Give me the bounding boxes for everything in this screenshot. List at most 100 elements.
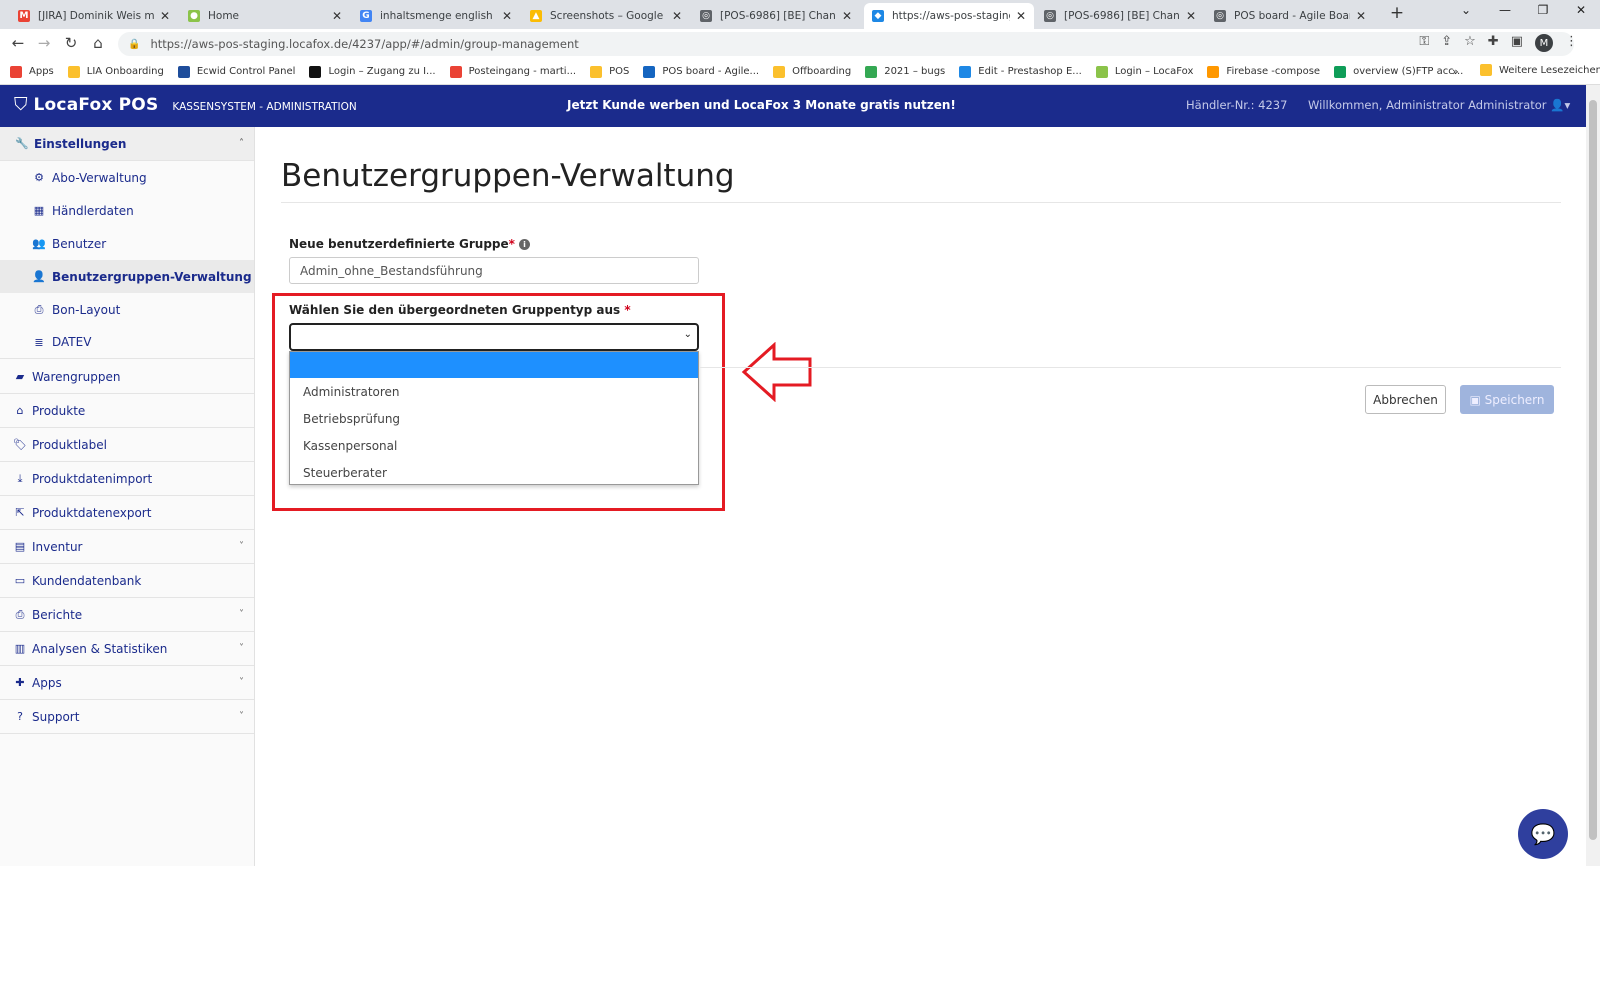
sidebar-item-apps[interactable]: ✚ Apps ˅ bbox=[0, 666, 254, 700]
sidebar-item-haendlerdaten[interactable]: ▦ Händlerdaten bbox=[0, 194, 254, 227]
bookmark-item[interactable]: Offboarding bbox=[773, 65, 851, 78]
sidebar-label: Bon-Layout bbox=[52, 302, 121, 317]
tab-title: Screenshots – Google Driv bbox=[550, 10, 666, 22]
sidebar-item-kundendatenbank[interactable]: ▭ Kundendatenbank bbox=[0, 564, 254, 598]
sidebar-item-produktdatenexport[interactable]: ⇱ Produktdatenexport bbox=[0, 496, 254, 530]
new-tab-button[interactable]: + bbox=[1385, 3, 1409, 23]
sidebar-item-abo-verwaltung[interactable]: ⚙ Abo-Verwaltung bbox=[0, 161, 254, 194]
sidebar-label: Benutzergruppen-Verwaltung bbox=[52, 269, 252, 284]
bookmark-item[interactable]: overview (S)FTP acc... bbox=[1334, 65, 1463, 78]
user-icon: 👤 bbox=[32, 270, 46, 283]
sidebar-section-einstellungen[interactable]: 🔧 Einstellungen ˄ bbox=[0, 127, 254, 161]
tab-title: Home bbox=[208, 10, 240, 22]
sidebar-item-benutzer[interactable]: 👥 Benutzer bbox=[0, 227, 254, 260]
close-icon[interactable]: ✕ bbox=[672, 9, 682, 23]
sidebar-item-support[interactable]: ? Support ˅ bbox=[0, 700, 254, 734]
close-icon[interactable]: ✕ bbox=[1016, 9, 1026, 23]
sidebar-item-benutzergruppen[interactable]: 👤 Benutzergruppen-Verwaltung bbox=[0, 260, 254, 293]
sidebar-item-produktdatenimport[interactable]: ⤓ Produktdatenimport bbox=[0, 462, 254, 496]
share-icon[interactable]: ⇪ bbox=[1441, 34, 1452, 52]
close-icon[interactable]: ✕ bbox=[160, 9, 170, 23]
sidebar-item-produktlabel[interactable]: 🏷 Produktlabel bbox=[0, 428, 254, 462]
sidebar-item-berichte[interactable]: ⎙ Berichte ˅ bbox=[0, 598, 254, 632]
sidebar-item-warengruppen[interactable]: ▰ Warengruppen bbox=[0, 360, 254, 394]
bookmark-item[interactable]: Login – LocaFox bbox=[1095, 65, 1193, 78]
bookmark-item[interactable]: LIA Onboarding bbox=[67, 65, 164, 78]
browser-tab-active[interactable]: ◆ https://aws-pos-staging.lo ✕ bbox=[864, 3, 1034, 29]
globe-icon: ◎ bbox=[1044, 10, 1056, 22]
promo-banner[interactable]: Jetzt Kunde werben und LocaFox 3 Monate … bbox=[567, 98, 956, 112]
browser-tab[interactable]: M [JIRA] Dominik Weis menti ✕ bbox=[10, 3, 178, 29]
divider bbox=[281, 202, 1561, 203]
logo[interactable]: ⛉ LocaFox POS KASSENSYSTEM - ADMINISTRAT… bbox=[14, 94, 357, 115]
merchant-number: Händler-Nr.: 4237 bbox=[1186, 98, 1288, 112]
close-icon[interactable]: ✕ bbox=[1356, 9, 1366, 23]
browser-tab[interactable]: G inhaltsmenge english - Go ✕ bbox=[352, 3, 520, 29]
toolbar-icons: ⚿ ⇪ ☆ ✚ ▣ M ⋮ bbox=[1419, 34, 1578, 52]
menu-icon[interactable]: ⋮ bbox=[1565, 34, 1578, 52]
globe-icon: ◎ bbox=[700, 10, 712, 22]
user-menu[interactable]: Willkommen, Administrator Administrator … bbox=[1308, 98, 1570, 112]
window-close-icon[interactable]: ✕ bbox=[1566, 3, 1596, 17]
info-icon[interactable]: i bbox=[518, 239, 530, 250]
bookmark-item[interactable]: POS board - Agile... bbox=[643, 65, 759, 78]
browser-tab[interactable]: ◎ POS board - Agile Board - ✕ bbox=[1206, 3, 1374, 29]
other-bookmarks[interactable]: Weitere Lesezeichen bbox=[1480, 64, 1600, 76]
bookmark-item[interactable]: POS bbox=[590, 65, 630, 78]
home-icon[interactable]: ⌂ bbox=[88, 34, 108, 52]
bookmark-item[interactable]: Apps bbox=[10, 65, 54, 78]
scrollbar-thumb[interactable] bbox=[1589, 100, 1597, 840]
sidebar-label: Kundendatenbank bbox=[32, 573, 142, 588]
tab-search-icon[interactable]: ⌄ bbox=[1451, 3, 1481, 17]
group-name-input[interactable] bbox=[289, 257, 699, 284]
tab-title: [JIRA] Dominik Weis menti bbox=[38, 10, 154, 22]
chat-button[interactable]: 💬 bbox=[1518, 809, 1568, 859]
bookmark-item[interactable]: Firebase -compose bbox=[1207, 65, 1320, 78]
gears-icon: ⚙ bbox=[34, 171, 44, 184]
app-header: ⛉ LocaFox POS KASSENSYSTEM - ADMINISTRAT… bbox=[0, 85, 1586, 127]
sidepanel-icon[interactable]: ▣ bbox=[1511, 34, 1523, 52]
bookmark-item[interactable]: Posteingang - marti... bbox=[449, 65, 576, 78]
close-icon[interactable]: ✕ bbox=[332, 9, 342, 23]
more-bookmarks-icon[interactable]: » bbox=[1452, 65, 1459, 78]
forward-icon[interactable]: → bbox=[34, 34, 54, 52]
sidebar-item-analysen[interactable]: ▥ Analysen & Statistiken ˅ bbox=[0, 632, 254, 666]
minimize-icon[interactable]: — bbox=[1490, 3, 1520, 17]
browser-tab[interactable]: ◎ [POS-6986] [BE] Changing ✕ bbox=[1036, 3, 1204, 29]
brand-name: LocaFox POS bbox=[33, 94, 159, 115]
bookmark-item[interactable]: Edit - Prestashop E... bbox=[959, 65, 1082, 78]
gmail-icon: M bbox=[18, 10, 30, 22]
close-icon[interactable]: ✕ bbox=[502, 9, 512, 23]
bookmark-item[interactable]: 2021 – bugs bbox=[865, 65, 945, 78]
profile-avatar[interactable]: M bbox=[1535, 34, 1553, 52]
extensions-icon[interactable]: ✚ bbox=[1488, 34, 1499, 52]
sidebar-item-produkte[interactable]: ⌂ Produkte bbox=[0, 394, 254, 428]
url-bar[interactable]: 🔒 https://aws-pos-staging.locafox.de/423… bbox=[118, 32, 1574, 56]
button-label: Speichern bbox=[1484, 392, 1545, 407]
key-icon[interactable]: ⚿ bbox=[1419, 34, 1429, 52]
reload-icon[interactable]: ↻ bbox=[61, 34, 81, 52]
close-icon[interactable]: ✕ bbox=[842, 9, 852, 23]
star-icon[interactable]: ☆ bbox=[1464, 34, 1476, 52]
close-icon[interactable]: ✕ bbox=[1186, 9, 1196, 23]
cancel-button[interactable]: Abbrechen bbox=[1365, 385, 1446, 414]
bookmark-item[interactable]: Ecwid Control Panel bbox=[177, 65, 295, 78]
drive-icon bbox=[865, 65, 878, 78]
bookmark-label: POS bbox=[609, 66, 630, 77]
sidebar-item-inventur[interactable]: ▤ Inventur ˅ bbox=[0, 530, 254, 564]
save-button[interactable]: ▣ Speichern bbox=[1460, 385, 1554, 414]
sheets-icon bbox=[1334, 65, 1347, 78]
browser-tab[interactable]: ◎ [POS-6986] [BE] Changing ✕ bbox=[692, 3, 860, 29]
sidebar-item-bon-layout[interactable]: ⎙ Bon-Layout bbox=[0, 293, 254, 326]
brand-subtitle: KASSENSYSTEM - ADMINISTRATION bbox=[172, 100, 357, 113]
sidebar-label: Analysen & Statistiken bbox=[32, 641, 168, 656]
browser-tab[interactable]: ▲ Screenshots – Google Driv ✕ bbox=[522, 3, 690, 29]
sidebar-item-datev[interactable]: ≣ DATEV bbox=[0, 326, 254, 359]
sidebar-label: Produktdatenexport bbox=[32, 505, 152, 520]
browser-tab[interactable]: ● Home ✕ bbox=[180, 3, 350, 29]
site-icon: ● bbox=[188, 10, 200, 22]
back-icon[interactable]: ← bbox=[8, 34, 28, 52]
restore-icon[interactable]: ❐ bbox=[1528, 3, 1558, 17]
tab-title: [POS-6986] [BE] Changing bbox=[1064, 10, 1180, 22]
bookmark-item[interactable]: Login – Zugang zu I... bbox=[309, 65, 436, 78]
